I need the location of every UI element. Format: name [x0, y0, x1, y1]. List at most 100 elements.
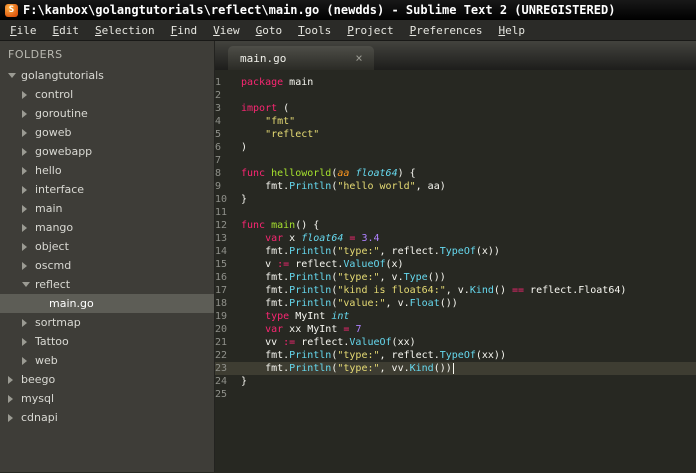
menu-item-file[interactable]: File — [2, 22, 45, 39]
menu-item-preferences[interactable]: Preferences — [402, 22, 491, 39]
sidebar-item-web[interactable]: web — [0, 351, 214, 370]
sidebar-item-main[interactable]: main — [0, 199, 214, 218]
line-number: 23 — [215, 363, 228, 374]
sidebar-item-beego[interactable]: beego — [0, 370, 214, 389]
line-number: 10 — [215, 194, 228, 205]
code-line-1[interactable]: 1 package main — [215, 76, 696, 89]
sidebar-item-oscmd[interactable]: oscmd — [0, 256, 214, 275]
title-bar[interactable]: S F:\kanbox\golangtutorials\reflect\main… — [0, 0, 696, 20]
sidebar-item-cdnapi[interactable]: cdnapi — [0, 408, 214, 427]
code-line-11[interactable]: 11 — [215, 206, 696, 219]
sidebar-item-tattoo[interactable]: Tattoo — [0, 332, 214, 351]
code-line-18[interactable]: 18 fmt.Println("value:", v.Float()) — [215, 297, 696, 310]
close-icon[interactable]: × — [352, 51, 366, 65]
menu-item-find[interactable]: Find — [163, 22, 206, 39]
code-line-16[interactable]: 16 fmt.Println("type:", v.Type()) — [215, 271, 696, 284]
chevron-right-icon[interactable] — [22, 90, 27, 99]
code-line-12[interactable]: 12 func main() { — [215, 219, 696, 232]
sidebar-item-main-go[interactable]: main.go — [0, 294, 214, 313]
code-area[interactable]: 1 package main 2 3 import (4 "fmt" 5 "reflect… — [215, 70, 696, 472]
chevron-right-icon[interactable] — [22, 318, 27, 327]
code-token: 7 — [355, 324, 362, 335]
sidebar-item-reflect[interactable]: reflect — [0, 275, 214, 294]
sidebar-item-mysql[interactable]: mysql — [0, 389, 214, 408]
tree-arrow-slot — [22, 261, 35, 270]
menu-item-selection[interactable]: Selection — [87, 22, 163, 39]
code-text: fmt.Println("value:", v.Float()) — [241, 297, 458, 310]
code-line-4[interactable]: 4 "fmt" — [215, 115, 696, 128]
tree-arrow-slot — [22, 128, 35, 137]
sidebar-item-gowebapp[interactable]: gowebapp — [0, 142, 214, 161]
chevron-right-icon[interactable] — [22, 166, 27, 175]
code-line-14[interactable]: 14 fmt.Println("type:", reflect.TypeOf(x… — [215, 245, 696, 258]
menu-item-goto[interactable]: Goto — [248, 22, 291, 39]
code-line-25[interactable]: 25 — [215, 388, 696, 401]
code-line-21[interactable]: 21 vv := reflect.ValueOf(xx) — [215, 336, 696, 349]
menu-item-help[interactable]: Help — [490, 22, 533, 39]
chevron-right-icon[interactable] — [22, 147, 27, 156]
code-line-13[interactable]: 13 var x float64 = 3.4 — [215, 232, 696, 245]
code-line-20[interactable]: 20 var xx MyInt = 7 — [215, 323, 696, 336]
code-line-8[interactable]: 8 func helloworld(aa float64) { — [215, 167, 696, 180]
code-line-22[interactable]: 22 fmt.Println("type:", reflect.TypeOf(x… — [215, 349, 696, 362]
code-line-6[interactable]: 6) — [215, 141, 696, 154]
chevron-right-icon[interactable] — [22, 356, 27, 365]
code-line-24[interactable]: 24} — [215, 375, 696, 388]
sidebar-item-control[interactable]: control — [0, 85, 214, 104]
chevron-down-icon[interactable] — [22, 282, 30, 287]
sidebar-item-goweb[interactable]: goweb — [0, 123, 214, 142]
code-token: "hello world" — [337, 181, 416, 192]
code-token: var — [265, 324, 284, 335]
chevron-down-icon[interactable] — [8, 73, 16, 78]
code-text: } — [241, 193, 247, 206]
code-line-23[interactable]: 23 fmt.Println("type:", vv.Kind()) — [215, 362, 696, 375]
code-line-15[interactable]: 15 v := reflect.ValueOf(x) — [215, 258, 696, 271]
sidebar-item-golangtutorials[interactable]: golangtutorials — [0, 66, 214, 85]
chevron-right-icon[interactable] — [22, 109, 27, 118]
code-line-3[interactable]: 3 import ( — [215, 102, 696, 115]
code-token: reflect.Float64) — [524, 285, 627, 296]
chevron-right-icon[interactable] — [22, 223, 27, 232]
chevron-right-icon[interactable] — [8, 394, 13, 403]
chevron-right-icon[interactable] — [22, 261, 27, 270]
code-text: v := reflect.ValueOf(x) — [241, 258, 404, 271]
code-token: } — [241, 194, 248, 205]
line-number: 16 — [215, 272, 228, 283]
chevron-right-icon[interactable] — [22, 185, 27, 194]
code-token: v — [241, 259, 278, 270]
editor: main.go × 1 package main 2 3 import (4 "fmt"… — [215, 41, 696, 472]
code-token: float64 — [355, 168, 398, 179]
code-line-19[interactable]: 19 type MyInt int — [215, 310, 696, 323]
sidebar-item-hello[interactable]: hello — [0, 161, 214, 180]
sidebar-item-sortmap[interactable]: sortmap — [0, 313, 214, 332]
chevron-right-icon[interactable] — [22, 242, 27, 251]
app-icon: S — [5, 3, 18, 17]
sidebar-item-interface[interactable]: interface — [0, 180, 214, 199]
line-number: 19 — [215, 311, 228, 322]
tab-main-go[interactable]: main.go × — [228, 46, 374, 70]
tree-item-label: hello — [35, 164, 62, 177]
sidebar-item-goroutine[interactable]: goroutine — [0, 104, 214, 123]
code-line-10[interactable]: 10} — [215, 193, 696, 206]
code-token: , v. — [379, 272, 404, 283]
code-line-7[interactable]: 7 — [215, 154, 696, 167]
menu-item-edit[interactable]: Edit — [45, 22, 88, 39]
menu-item-project[interactable]: Project — [339, 22, 401, 39]
tree-item-label: oscmd — [35, 259, 72, 272]
code-line-5[interactable]: 5 "reflect" — [215, 128, 696, 141]
chevron-right-icon[interactable] — [22, 337, 27, 346]
code-token: ValueOf — [349, 337, 392, 348]
menu-item-view[interactable]: View — [205, 22, 248, 39]
chevron-right-icon[interactable] — [8, 413, 13, 422]
chevron-right-icon[interactable] — [22, 204, 27, 213]
sidebar-item-mango[interactable]: mango — [0, 218, 214, 237]
code-text: fmt.Println("kind is float64:", v.Kind()… — [241, 284, 626, 297]
menu-item-tools[interactable]: Tools — [290, 22, 339, 39]
chevron-right-icon[interactable] — [22, 128, 27, 137]
code-token: x — [283, 233, 302, 244]
code-line-2[interactable]: 2 — [215, 89, 696, 102]
chevron-right-icon[interactable] — [8, 375, 13, 384]
sidebar-item-object[interactable]: object — [0, 237, 214, 256]
code-line-17[interactable]: 17 fmt.Println("kind is float64:", v.Kin… — [215, 284, 696, 297]
code-line-9[interactable]: 9 fmt.Println("hello world", aa) — [215, 180, 696, 193]
